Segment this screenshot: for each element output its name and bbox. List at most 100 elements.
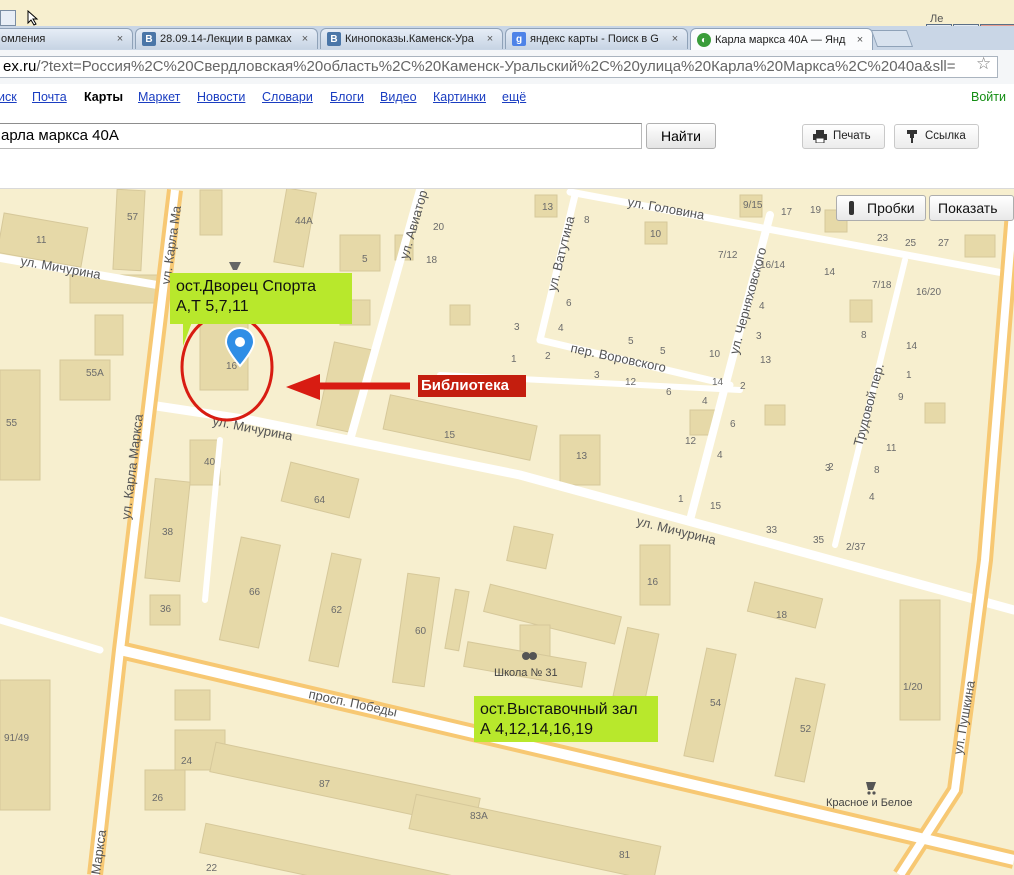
house-number: 4 bbox=[558, 323, 564, 334]
house-number: 66 bbox=[249, 587, 261, 598]
poi-shop: Красное и Белое bbox=[826, 797, 912, 809]
tab-4[interactable]: g яндекс карты - Поиск в G × bbox=[505, 28, 688, 49]
pushpin-icon bbox=[907, 130, 917, 143]
house-number: 2 bbox=[740, 381, 746, 392]
print-button[interactable]: Печать bbox=[802, 124, 885, 149]
house-number: 40 bbox=[204, 457, 216, 468]
nav-market[interactable]: Маркет bbox=[138, 90, 180, 104]
url-path: /?text=Россия%2C%20Свердловская%20област… bbox=[36, 58, 956, 75]
house-number: 4 bbox=[702, 396, 708, 407]
house-number: 55А bbox=[86, 368, 104, 379]
house-number: 55 bbox=[6, 418, 18, 429]
app-menu-icon[interactable] bbox=[0, 10, 16, 26]
nav-video[interactable]: Видео bbox=[380, 90, 417, 104]
tab-2[interactable]: В 28.09.14-Лекции в рамках × bbox=[135, 28, 318, 49]
house-number: 6 bbox=[566, 298, 572, 309]
tab-close-icon[interactable]: × bbox=[484, 33, 496, 45]
poi-school: Школа № 31 bbox=[494, 667, 558, 679]
new-tab-button[interactable] bbox=[870, 30, 914, 47]
house-number: 1 bbox=[906, 370, 912, 381]
star-icon[interactable]: ☆ bbox=[976, 54, 991, 74]
print-label: Печать bbox=[833, 130, 871, 142]
house-number: 7/18 bbox=[872, 280, 892, 291]
house-number: 3 bbox=[756, 331, 762, 342]
house-number: 27 bbox=[938, 238, 950, 249]
house-number: 83А bbox=[470, 811, 488, 822]
house-number: 5 bbox=[628, 336, 634, 347]
house-number: 91/49 bbox=[4, 733, 29, 744]
house-number: 16/14 bbox=[760, 260, 785, 271]
house-number: 20 bbox=[433, 222, 445, 233]
house-number: 8 bbox=[874, 465, 880, 476]
house-number: 9/15 bbox=[743, 200, 763, 211]
tab-close-icon[interactable]: × bbox=[854, 34, 866, 46]
search-input[interactable]: арла маркса 40А bbox=[0, 123, 642, 149]
house-number: 24 bbox=[181, 756, 193, 767]
house-number: 87 bbox=[319, 779, 331, 790]
house-number: 35 bbox=[813, 535, 825, 546]
login-link[interactable]: Войти bbox=[971, 90, 1006, 104]
search-button[interactable]: Найти bbox=[646, 123, 716, 149]
house-number: 57 bbox=[127, 212, 139, 223]
nav-maps[interactable]: Карты bbox=[84, 90, 123, 104]
house-number: 15 bbox=[710, 501, 722, 512]
house-number: 10 bbox=[650, 229, 662, 240]
library-label: Библиотека bbox=[418, 375, 526, 397]
house-number: 18 bbox=[776, 610, 788, 621]
house-number: 3 bbox=[594, 370, 600, 381]
title-strip bbox=[0, 0, 1014, 26]
printer-icon bbox=[813, 130, 827, 143]
link-label: Ссылка bbox=[925, 130, 966, 142]
tab-close-icon[interactable]: × bbox=[299, 33, 311, 45]
address-bar[interactable]: ex.ru/?text=Россия%2C%20Свердловская%20о… bbox=[0, 56, 998, 78]
house-number: 17 bbox=[781, 207, 793, 218]
tab-close-icon[interactable]: × bbox=[669, 33, 681, 45]
nav-more[interactable]: ещё bbox=[502, 90, 526, 104]
tab-4-label: яндекс карты - Поиск в G bbox=[530, 33, 659, 45]
house-number: 14 bbox=[824, 267, 836, 278]
house-number: 13 bbox=[760, 355, 772, 366]
google-icon: g bbox=[512, 32, 526, 46]
house-number: 1 bbox=[678, 494, 684, 505]
house-number: 52 bbox=[800, 724, 812, 735]
yandex-header: иск Почта Карты Маркет Новости Словари Б… bbox=[0, 84, 1014, 189]
house-number: 25 bbox=[905, 238, 917, 249]
house-number: 16/20 bbox=[916, 287, 941, 298]
tab-2-label: 28.09.14-Лекции в рамках bbox=[160, 33, 292, 45]
nav-search[interactable]: иск bbox=[0, 90, 17, 104]
house-number: 62 bbox=[331, 605, 343, 616]
tab-3-label: Кинопоказы.Каменск-Ура bbox=[345, 33, 474, 45]
traffic-button[interactable]: Пробки bbox=[836, 195, 926, 221]
nav-blogs[interactable]: Блоги bbox=[330, 90, 364, 104]
house-number: 1/20 bbox=[903, 682, 923, 693]
tab-3[interactable]: В Кинопоказы.Каменск-Ура × bbox=[320, 28, 503, 49]
nav-images[interactable]: Картинки bbox=[433, 90, 486, 104]
link-button[interactable]: Ссылка bbox=[894, 124, 979, 149]
house-number: 7/12 bbox=[718, 250, 738, 261]
tab-5-active[interactable]: ◐ Карла маркса 40А — Янд × bbox=[690, 28, 873, 51]
house-number: 64 bbox=[314, 495, 326, 506]
cursor-icon bbox=[27, 9, 39, 26]
house-number: 60 bbox=[415, 626, 427, 637]
house-number: 9 bbox=[898, 392, 904, 403]
house-number: 2 bbox=[545, 351, 551, 362]
house-number: 1 bbox=[511, 354, 517, 365]
show-layers-button[interactable]: Показать bbox=[929, 195, 1014, 221]
tab-1[interactable]: омления × bbox=[0, 28, 133, 49]
house-number: 13 bbox=[576, 451, 588, 462]
nav-mail[interactable]: Почта bbox=[32, 90, 67, 104]
nav-news[interactable]: Новости bbox=[197, 90, 245, 104]
house-number: 10 bbox=[709, 349, 721, 360]
nav-dictionaries[interactable]: Словари bbox=[262, 90, 313, 104]
tab-close-icon[interactable]: × bbox=[114, 33, 126, 45]
house-number: 14 bbox=[712, 377, 724, 388]
stop-label-dvorets-sporta: ост.Дворец Спорта А,Т 5,7,11 bbox=[170, 273, 352, 324]
house-number: 6 bbox=[666, 387, 672, 398]
house-number: 5 bbox=[362, 254, 368, 265]
house-number: 2 bbox=[828, 462, 834, 473]
house-number: 16 bbox=[647, 577, 659, 588]
house-number: 18 bbox=[426, 255, 438, 266]
house-number: 13 bbox=[542, 202, 554, 213]
house-number: 23 bbox=[877, 233, 889, 244]
vk-icon: В bbox=[327, 32, 341, 46]
